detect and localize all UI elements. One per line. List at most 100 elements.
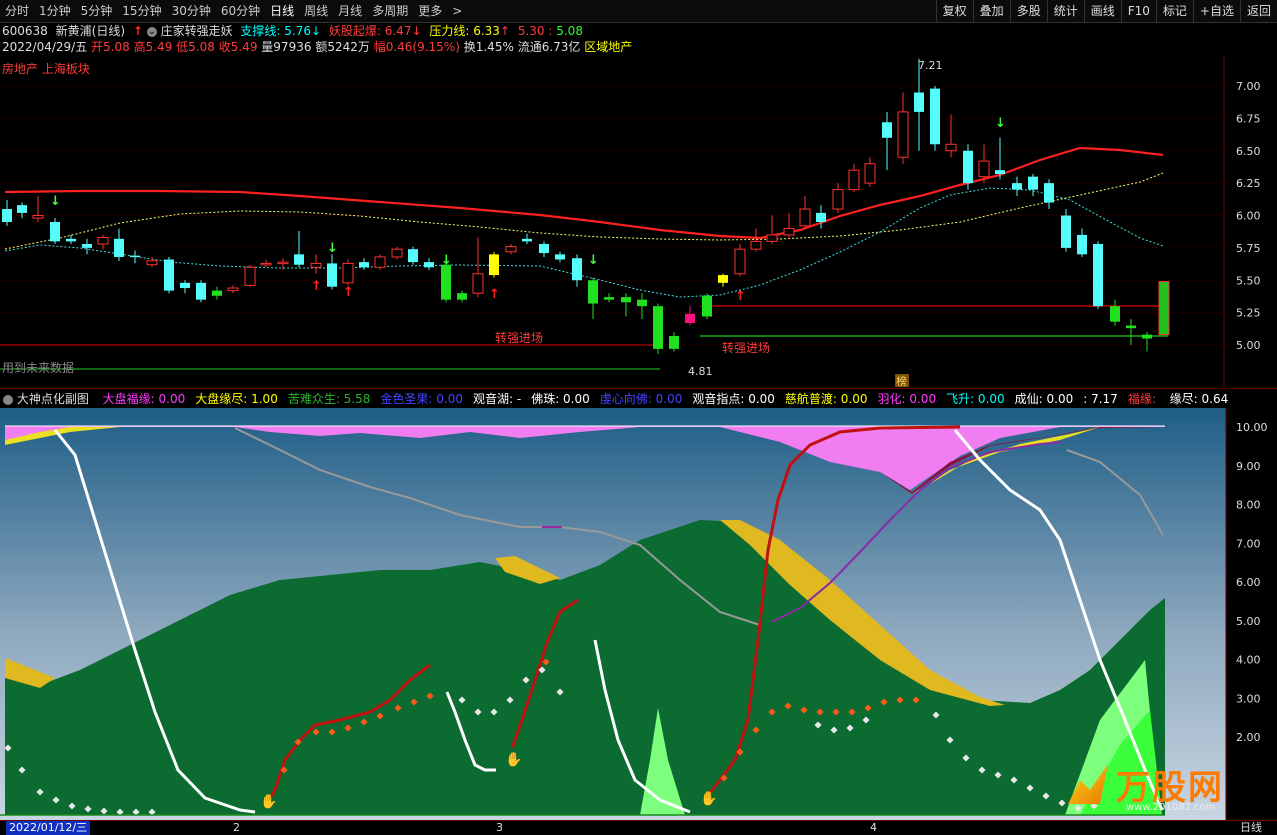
toolbar-button[interactable]: 画线	[1083, 0, 1121, 22]
candle[interactable]	[32, 196, 44, 222]
candle[interactable]	[212, 286, 222, 300]
candle[interactable]	[374, 254, 386, 270]
candle[interactable]	[848, 163, 860, 193]
candle[interactable]	[930, 86, 940, 151]
period-tab[interactable]: 分时	[0, 0, 34, 22]
candle[interactable]	[310, 254, 322, 274]
candle[interactable]	[897, 92, 909, 164]
candle[interactable]	[391, 246, 403, 260]
candle[interactable]	[783, 212, 795, 239]
candle[interactable]	[882, 111, 892, 171]
period-tab[interactable]: 周线	[299, 0, 333, 22]
candle[interactable]	[572, 254, 582, 287]
candle[interactable]	[702, 293, 712, 320]
candle[interactable]	[604, 293, 614, 303]
candle[interactable]	[1110, 299, 1120, 326]
candle[interactable]	[180, 280, 190, 294]
candle[interactable]	[945, 114, 957, 158]
candle[interactable]	[489, 251, 499, 278]
candle[interactable]	[327, 254, 337, 290]
candle[interactable]	[963, 144, 973, 190]
period-tab[interactable]: 60分钟	[216, 0, 265, 22]
signal-label-2: 转强进场	[722, 340, 770, 355]
candle[interactable]	[995, 137, 1005, 180]
candle[interactable]	[734, 243, 746, 277]
candle[interactable]	[1158, 281, 1170, 336]
candle[interactable]	[621, 293, 631, 317]
toolbar-button[interactable]: 统计	[1046, 0, 1084, 22]
candle[interactable]	[97, 234, 109, 250]
candle[interactable]	[50, 218, 60, 244]
formula-name[interactable]: 庄家转强走妖	[161, 24, 233, 38]
candle[interactable]	[1061, 209, 1071, 252]
candle[interactable]	[766, 215, 778, 244]
candle[interactable]	[164, 256, 174, 294]
candle[interactable]	[653, 303, 663, 355]
candle[interactable]	[196, 280, 206, 303]
candle[interactable]	[82, 238, 92, 255]
candle[interactable]	[1077, 228, 1087, 257]
candle[interactable]	[1093, 241, 1103, 309]
candle[interactable]	[539, 241, 549, 257]
quote-high: 高5.49	[133, 40, 173, 54]
candle[interactable]	[457, 290, 467, 303]
candle[interactable]	[114, 228, 124, 261]
candle[interactable]	[244, 264, 256, 287]
candle[interactable]	[1012, 176, 1022, 197]
candle[interactable]	[669, 332, 679, 352]
period-tab[interactable]: 多周期	[367, 0, 413, 22]
toolbar-button[interactable]: 返回	[1239, 0, 1277, 22]
period-tab[interactable]: 15分钟	[117, 0, 166, 22]
toolbar-button[interactable]: 叠加	[972, 0, 1010, 22]
period-tab[interactable]: 日线	[265, 0, 299, 22]
candlestick-chart[interactable]: 7.00 6.75 6.50 6.25 6.00 5.75 5.50 5.25 5.00 ↓ ↓ ↓…	[0, 56, 1277, 388]
candle[interactable]	[637, 293, 647, 320]
formula-dropdown-icon[interactable]: ⌄	[146, 26, 157, 37]
period-tab[interactable]: 1分钟	[34, 0, 76, 22]
period-tab[interactable]: 月线	[333, 0, 367, 22]
candle-body	[588, 280, 598, 304]
candle[interactable]	[555, 251, 565, 263]
candle[interactable]	[2, 199, 12, 226]
period-tab[interactable]: 5分钟	[76, 0, 118, 22]
candle[interactable]	[408, 246, 418, 265]
candle[interactable]	[1044, 179, 1054, 210]
quote-region[interactable]: 区域地产	[584, 40, 632, 54]
candle[interactable]	[799, 196, 811, 229]
candle[interactable]	[472, 237, 484, 298]
candle-body	[995, 170, 1005, 175]
period-tab[interactable]: 更多	[413, 0, 447, 22]
candle[interactable]	[359, 258, 369, 270]
candle[interactable]	[1126, 319, 1136, 345]
candle-body	[196, 282, 206, 300]
candle[interactable]	[864, 157, 876, 188]
toolbar-button[interactable]: 复权	[935, 0, 973, 22]
candle[interactable]	[718, 273, 728, 287]
period-tab[interactable]: 30分钟	[167, 0, 216, 22]
candle[interactable]	[294, 231, 304, 268]
candle[interactable]	[17, 202, 27, 219]
toolbar-button[interactable]: 多股	[1009, 0, 1047, 22]
toolbar-button[interactable]: +自选	[1192, 0, 1240, 22]
candle[interactable]	[505, 243, 517, 255]
candle[interactable]	[750, 228, 762, 252]
candle[interactable]	[130, 250, 140, 264]
indicator-chart[interactable]: 10.009.008.007.006.005.004.003.002.00 ✋ …	[0, 408, 1277, 820]
toolbar-button[interactable]: F10	[1120, 0, 1156, 22]
candle[interactable]	[522, 233, 532, 244]
candle[interactable]	[424, 258, 434, 270]
candle[interactable]	[260, 259, 272, 268]
candle[interactable]	[832, 183, 844, 213]
candle[interactable]	[685, 306, 695, 326]
candle[interactable]	[1142, 332, 1152, 352]
candle[interactable]	[66, 234, 76, 244]
candle[interactable]	[914, 58, 924, 151]
more-arrow-icon[interactable]: >	[447, 0, 467, 22]
candle[interactable]	[1028, 174, 1038, 197]
toolbar-button[interactable]: 标记	[1155, 0, 1193, 22]
candle[interactable]	[227, 285, 239, 294]
indicator-title[interactable]: 大神点化副图	[17, 392, 89, 406]
candle[interactable]	[342, 259, 354, 286]
indicator-y-tick: 9.00	[1236, 460, 1261, 473]
indicator-dropdown-icon[interactable]	[3, 394, 13, 405]
